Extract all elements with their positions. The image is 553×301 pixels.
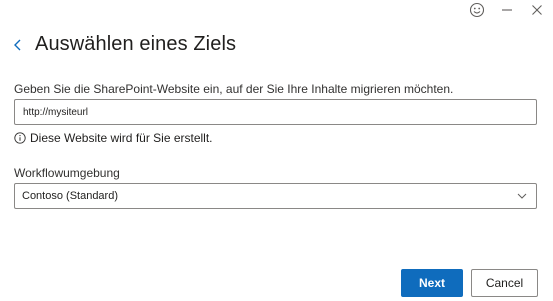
site-url-input[interactable] <box>14 99 537 125</box>
workflow-label: Workflowumgebung <box>14 166 120 180</box>
info-icon <box>14 132 26 144</box>
chevron-down-icon <box>517 193 527 199</box>
site-url-label: Geben Sie die SharePoint-Website ein, au… <box>14 82 454 96</box>
chevron-left-icon <box>14 39 21 51</box>
workflow-dropdown[interactable]: Contoso (Standard) <box>14 183 537 209</box>
workflow-selected-value: Contoso (Standard) <box>22 190 118 202</box>
minimize-icon[interactable] <box>499 2 515 18</box>
page-title: Auswählen eines Ziels <box>35 33 237 55</box>
cancel-button[interactable]: Cancel <box>471 269 538 297</box>
back-button[interactable] <box>10 37 26 53</box>
site-info-message: Diese Website wird für Sie erstellt. <box>14 131 213 145</box>
close-icon[interactable] <box>529 2 545 18</box>
next-button[interactable]: Next <box>401 269 463 297</box>
window-controls <box>469 2 545 18</box>
site-info-text: Diese Website wird für Sie erstellt. <box>30 131 213 145</box>
smiley-feedback-icon[interactable] <box>469 2 485 18</box>
